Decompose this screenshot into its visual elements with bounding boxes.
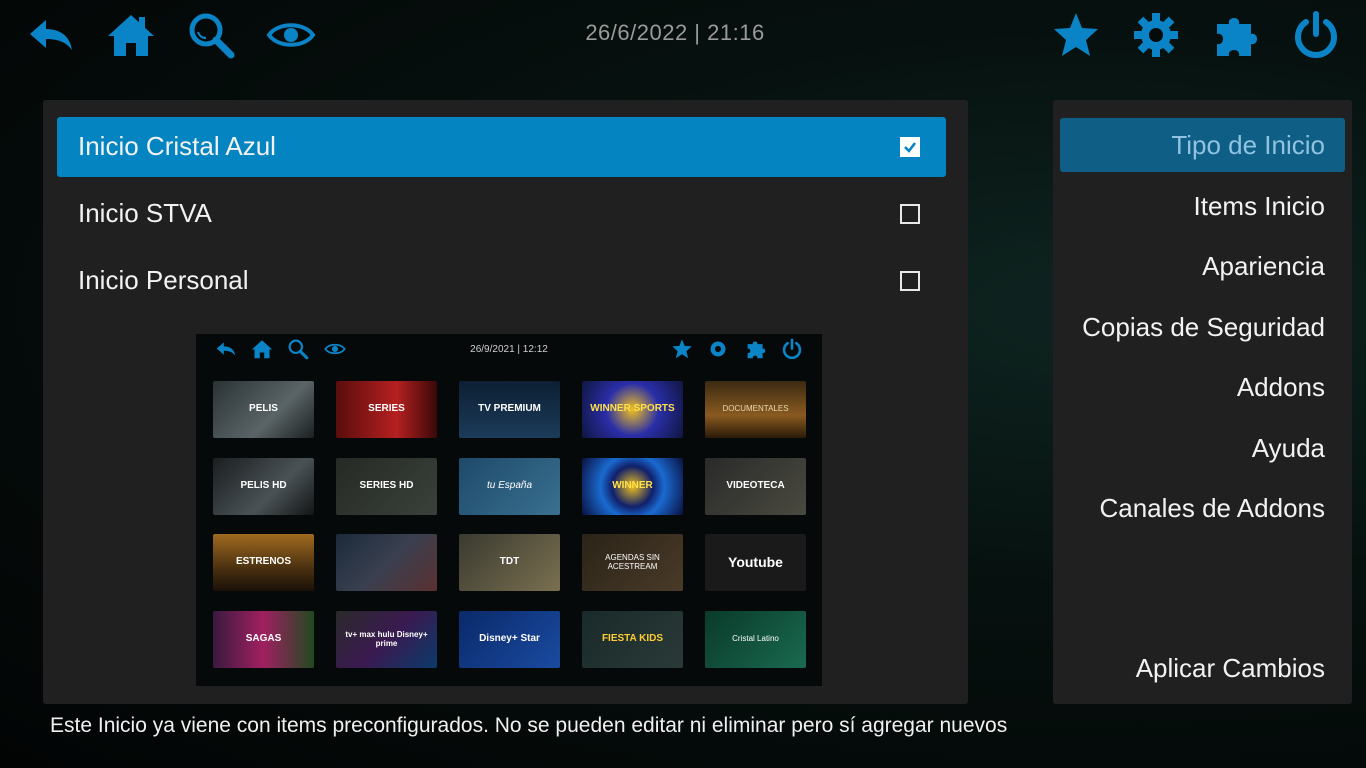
preview-gear-icon — [707, 338, 729, 360]
eye-icon[interactable] — [266, 10, 316, 60]
sidebar-item-addons[interactable]: Addons — [1060, 360, 1345, 414]
tile-cristal-latino: Cristal Latino — [705, 611, 806, 668]
option-label: Inicio Cristal Azul — [78, 131, 276, 161]
tile-agendas: AGENDAS SIN ACESTREAM — [582, 534, 683, 591]
tile-fiesta-kids: FIESTA KIDS — [582, 611, 683, 668]
tile-tdt: TDT — [459, 534, 560, 591]
home-preview-image: 26/9/2021 | 12:12 PELIS SERIES TV PREMIU… — [196, 334, 822, 686]
top-bar: 26/6/2022 | 21:16 — [0, 0, 1366, 70]
sidebar-item-tipo-de-inicio[interactable]: Tipo de Inicio — [1060, 118, 1345, 172]
tile-pelis-hd: PELIS HD — [213, 458, 314, 515]
tile-documentales: DOCUMENTALES — [705, 381, 806, 438]
tile-movies-art — [336, 534, 437, 591]
sidebar-item-apariencia[interactable]: Apariencia — [1060, 239, 1345, 293]
tile-winner-sports: WINNER SPORTS — [582, 381, 683, 438]
sidebar-item-copias-de-seguridad[interactable]: Copias de Seguridad — [1060, 300, 1345, 354]
tile-videoteca: VIDEOTECA — [705, 458, 806, 515]
search-icon[interactable] — [186, 10, 236, 60]
tile-series-hd: SERIES HD — [336, 458, 437, 515]
home-icon[interactable] — [106, 10, 156, 60]
preview-search-icon — [287, 338, 309, 360]
preview-back-icon — [215, 338, 237, 360]
sidebar-item-canales-de-addons[interactable]: Canales de Addons — [1060, 481, 1345, 535]
description-text: Este Inicio ya viene con items preconfig… — [50, 714, 1008, 737]
checkbox-unchecked[interactable] — [900, 271, 920, 291]
tile-youtube: Youtube — [705, 534, 806, 591]
star-icon[interactable] — [1051, 10, 1101, 60]
puzzle-icon[interactable] — [1211, 10, 1261, 60]
checkbox-checked[interactable] — [900, 137, 920, 157]
preview-puzzle-icon — [745, 338, 767, 360]
tile-disney-star: Disney+ Star — [459, 611, 560, 668]
sidebar-item-ayuda[interactable]: Ayuda — [1060, 421, 1345, 475]
tile-sagas: SAGAS — [213, 611, 314, 668]
checkbox-unchecked[interactable] — [900, 204, 920, 224]
tile-pelis: PELIS — [213, 381, 314, 438]
tile-streaming: tv+ max hulu Disney+ prime — [336, 611, 437, 668]
datetime-display: 26/6/2022 | 21:16 — [585, 20, 765, 45]
tile-winner: WINNER — [582, 458, 683, 515]
tile-estrenos: ESTRENOS — [213, 534, 314, 591]
preview-eye-icon — [324, 338, 346, 360]
preview-power-icon — [781, 338, 803, 360]
preview-home-icon — [251, 338, 273, 360]
tile-tv-premium: TV PREMIUM — [459, 381, 560, 438]
tile-series: SERIES — [336, 381, 437, 438]
option-inicio-personal[interactable]: Inicio Personal — [57, 251, 946, 311]
option-inicio-stva[interactable]: Inicio STVA — [57, 184, 946, 244]
power-icon[interactable] — [1291, 10, 1341, 60]
apply-changes-button[interactable]: Aplicar Cambios — [1060, 641, 1345, 695]
preview-star-icon — [671, 338, 693, 360]
sidebar-item-items-inicio[interactable]: Items Inicio — [1060, 179, 1345, 233]
gear-icon[interactable] — [1131, 10, 1181, 60]
tile-tu-espana: tu España — [459, 458, 560, 515]
option-inicio-cristal-azul[interactable]: Inicio Cristal Azul — [57, 117, 946, 177]
back-icon[interactable] — [26, 10, 76, 60]
preview-datetime: 26/9/2021 | 12:12 — [470, 344, 548, 355]
option-label: Inicio Personal — [78, 265, 249, 295]
option-label: Inicio STVA — [78, 198, 212, 228]
